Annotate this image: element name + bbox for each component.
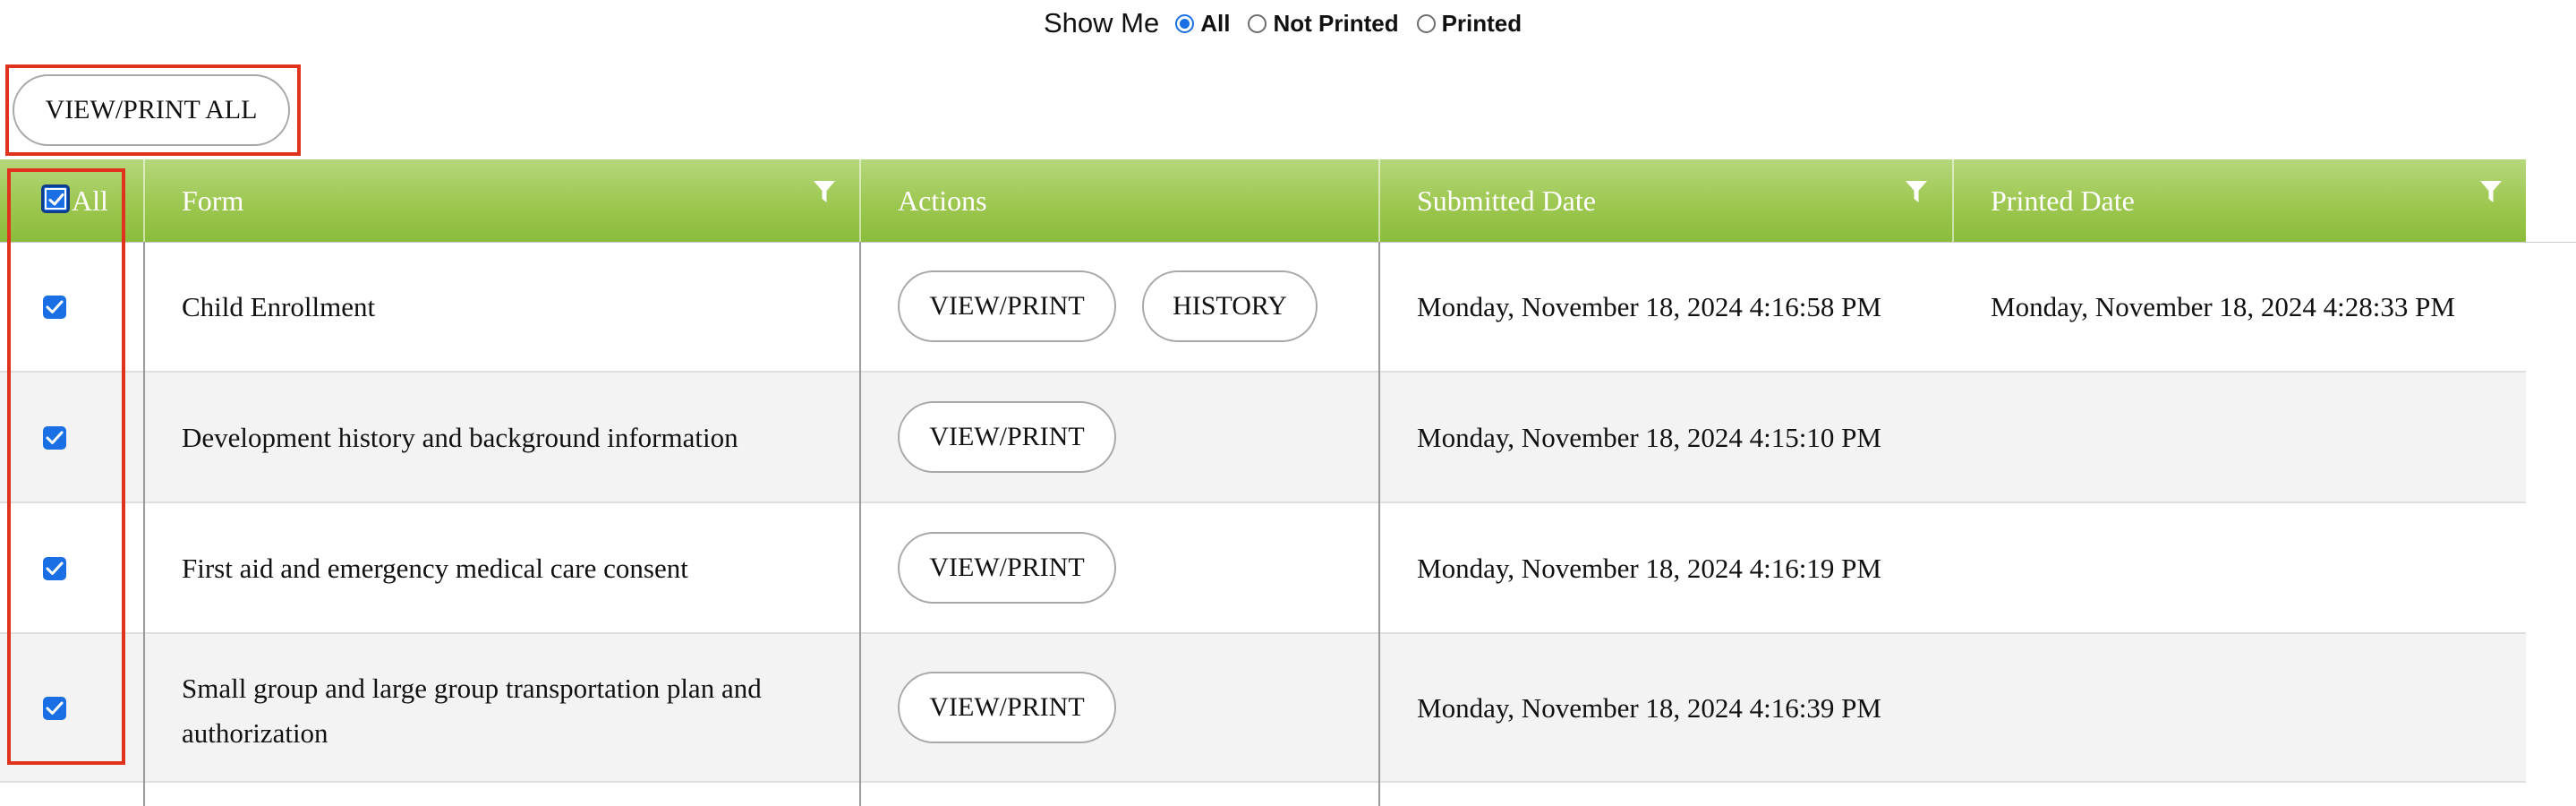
filter-option-not-printed-label: Not Printed — [1273, 9, 1399, 37]
filter-option-not-printed[interactable]: Not Printed — [1248, 9, 1399, 38]
form-filter-funnel-icon[interactable] — [813, 179, 836, 204]
view-print-all-button[interactable]: VIEW/PRINT ALL — [13, 74, 290, 146]
header-select-all-label: All — [72, 184, 108, 217]
printed-date: Monday, November 18, 2024 4:28:33 PM — [1991, 291, 2455, 322]
view-print-button[interactable]: VIEW/PRINT — [898, 532, 1116, 604]
header-divider — [859, 159, 861, 242]
column-divider — [1378, 242, 1380, 806]
filter-option-printed[interactable]: Printed — [1416, 9, 1523, 38]
table-row: Development history and background infor… — [0, 373, 2526, 503]
row-checkbox[interactable] — [43, 296, 66, 319]
form-name: Development history and background infor… — [182, 422, 738, 453]
column-divider — [143, 242, 145, 806]
checkmark-icon — [46, 300, 64, 313]
header-actions: Actions — [898, 184, 987, 217]
header-divider — [143, 159, 145, 242]
checkmark-icon — [46, 431, 64, 444]
row-checkbox[interactable] — [43, 557, 66, 580]
form-name: Child Enrollment — [182, 291, 376, 322]
select-all-checkbox[interactable] — [41, 184, 70, 213]
radio-printed[interactable] — [1416, 13, 1436, 33]
checkmark-icon — [46, 701, 64, 715]
submitted-date: Monday, November 18, 2024 4:16:58 PM — [1417, 291, 1881, 322]
submitted-date: Monday, November 18, 2024 4:16:39 PM — [1417, 692, 1881, 724]
row-checkbox[interactable] — [43, 426, 66, 450]
form-name: Small group and large group transportati… — [182, 673, 762, 749]
forms-table: All Form Actions Submitted Date Printed … — [0, 159, 2576, 806]
header-printed-date: Printed Date — [1991, 184, 2135, 217]
header-divider — [1378, 159, 1380, 242]
table-row: Small group and large group transportati… — [0, 634, 2526, 783]
table-row: First aid and emergency medical care con… — [0, 503, 2526, 634]
radio-all[interactable] — [1175, 13, 1195, 33]
checkmark-icon — [46, 562, 64, 575]
table-row: Child Enrollment VIEW/PRINT HISTORY Mond… — [0, 242, 2526, 373]
header-submitted-date: Submitted Date — [1417, 184, 1596, 217]
printed-date-filter-funnel-icon[interactable] — [2479, 179, 2503, 204]
submitted-date-filter-funnel-icon[interactable] — [1905, 179, 1928, 204]
show-me-filter: Show Me All Not Printed Printed — [1044, 4, 1540, 43]
radio-not-printed[interactable] — [1248, 13, 1267, 33]
history-button[interactable]: HISTORY — [1142, 270, 1318, 342]
view-print-button[interactable]: VIEW/PRINT — [898, 672, 1116, 743]
show-me-label: Show Me — [1044, 7, 1160, 39]
table-header: All Form Actions Submitted Date Printed … — [0, 159, 2526, 242]
filter-option-all[interactable]: All — [1175, 10, 1230, 38]
submitted-date: Monday, November 18, 2024 4:15:10 PM — [1417, 422, 1881, 453]
header-form: Form — [182, 184, 244, 217]
view-print-button[interactable]: VIEW/PRINT — [898, 270, 1116, 342]
checkmark-icon — [48, 193, 64, 206]
submitted-date: Monday, November 18, 2024 4:16:19 PM — [1417, 553, 1881, 584]
view-print-button[interactable]: VIEW/PRINT — [898, 401, 1116, 473]
form-name: First aid and emergency medical care con… — [182, 553, 688, 584]
row-checkbox[interactable] — [43, 697, 66, 720]
filter-option-printed-label: Printed — [1441, 9, 1523, 37]
column-divider — [859, 242, 861, 806]
header-divider — [1952, 159, 1954, 242]
filter-option-all-label: All — [1200, 9, 1231, 37]
